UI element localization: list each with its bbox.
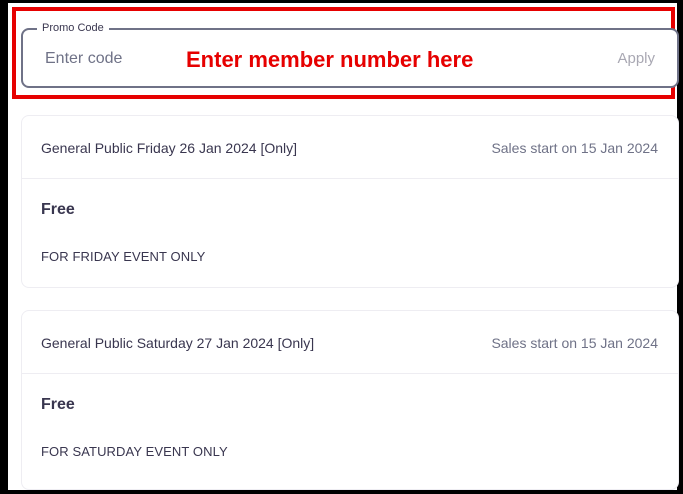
- ticket-title: General Public Saturday 27 Jan 2024 [Onl…: [41, 335, 315, 351]
- ticket-sales-status: Sales start on 15 Jan 2024: [491, 335, 658, 351]
- ticket-price: Free: [41, 201, 75, 218]
- apply-button[interactable]: Apply: [617, 49, 655, 69]
- ticket-card-header: General Public Friday 26 Jan 2024 [Only]…: [22, 116, 678, 179]
- ticket-description: FOR FRIDAY EVENT ONLY: [41, 249, 206, 264]
- ticket-card: General Public Saturday 27 Jan 2024 [Onl…: [21, 310, 679, 490]
- promo-annotation: Enter member number here: [186, 47, 474, 72]
- ticket-price: Free: [41, 396, 75, 413]
- ticket-sales-status: Sales start on 15 Jan 2024: [491, 140, 658, 156]
- ticket-card-header: General Public Saturday 27 Jan 2024 [Onl…: [22, 311, 678, 374]
- ticket-title: General Public Friday 26 Jan 2024 [Only]: [41, 140, 298, 156]
- promo-code-legend: Promo Code: [37, 21, 109, 35]
- ticket-description: FOR SATURDAY EVENT ONLY: [41, 444, 228, 459]
- promo-code-field: Promo Code Enter member number here Appl…: [21, 21, 679, 88]
- promo-code-input[interactable]: [45, 48, 205, 70]
- ticket-card: General Public Friday 26 Jan 2024 [Only]…: [21, 115, 679, 288]
